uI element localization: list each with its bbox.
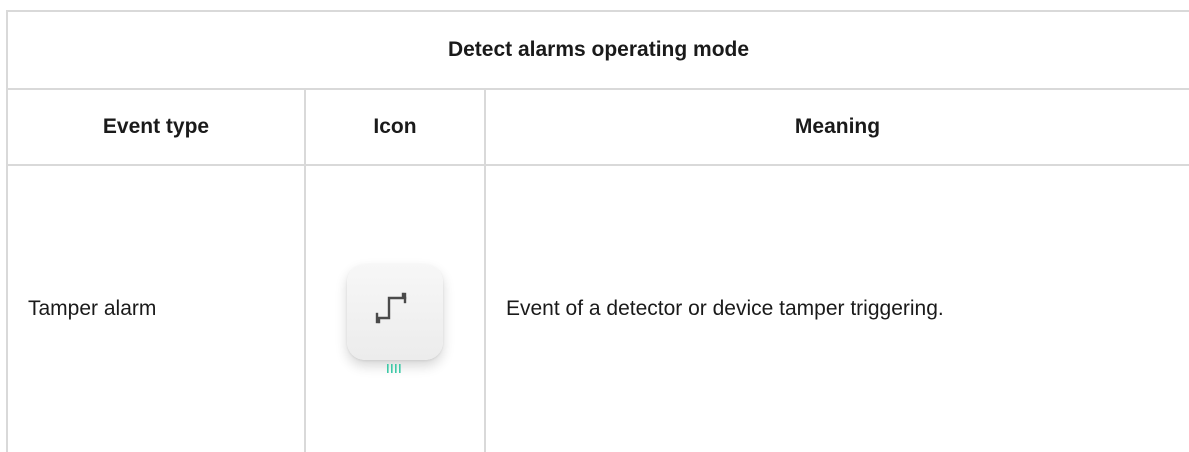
header-event-type: Event type — [8, 90, 304, 164]
header-icon: Icon — [304, 90, 484, 164]
event-type-cell: Tamper alarm — [8, 166, 304, 452]
table-header-row: Event type Icon Meaning — [8, 90, 1189, 166]
event-type-text: Tamper alarm — [28, 297, 157, 320]
icon-cell — [304, 166, 484, 452]
table-row: Tamper alarm Event of a detector or devi… — [8, 166, 1189, 452]
table-title-row: Detect alarms operating mode — [8, 12, 1189, 90]
meaning-cell: Event of a detector or device tamper tri… — [484, 166, 1189, 452]
meaning-text: Event of a detector or device tamper tri… — [506, 297, 944, 320]
status-leds-icon — [387, 364, 401, 373]
table-title: Detect alarms operating mode — [447, 38, 750, 61]
tamper-glyph-icon — [375, 292, 407, 324]
operating-mode-table: Detect alarms operating mode Event type … — [6, 10, 1189, 452]
tamper-icon — [347, 264, 443, 373]
header-event-type-label: Event type — [102, 115, 210, 138]
header-icon-label: Icon — [373, 115, 417, 138]
header-meaning: Meaning — [484, 90, 1189, 164]
header-meaning-label: Meaning — [794, 115, 881, 138]
